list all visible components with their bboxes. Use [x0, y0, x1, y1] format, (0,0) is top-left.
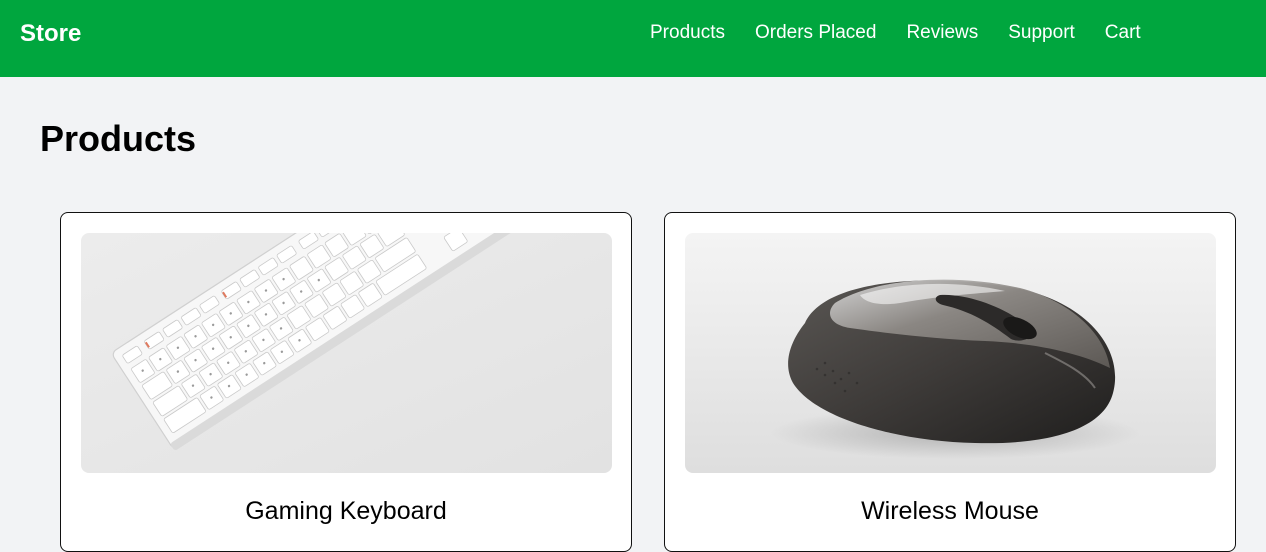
- top-navbar: Store Products Orders Placed Reviews Sup…: [0, 0, 1266, 77]
- product-name[interactable]: Wireless Mouse: [665, 497, 1235, 526]
- product-card-wireless-mouse[interactable]: Wireless Mouse: [664, 212, 1236, 552]
- nav-link-cart[interactable]: Cart: [1105, 22, 1141, 44]
- product-name[interactable]: Gaming Keyboard: [61, 497, 631, 526]
- nav-link-products[interactable]: Products: [650, 22, 725, 44]
- nav-link-orders-placed[interactable]: Orders Placed: [755, 22, 876, 44]
- nav-link-support[interactable]: Support: [1008, 22, 1075, 44]
- keyboard-product-image[interactable]: [81, 233, 612, 473]
- nav-links: Products Orders Placed Reviews Support C…: [650, 22, 1141, 44]
- product-card-gaming-keyboard[interactable]: Gaming Keyboard: [60, 212, 632, 552]
- store-brand-link[interactable]: Store: [20, 20, 81, 48]
- page-title: Products: [40, 118, 197, 159]
- nav-link-reviews[interactable]: Reviews: [906, 22, 978, 44]
- mouse-product-image[interactable]: [685, 233, 1216, 473]
